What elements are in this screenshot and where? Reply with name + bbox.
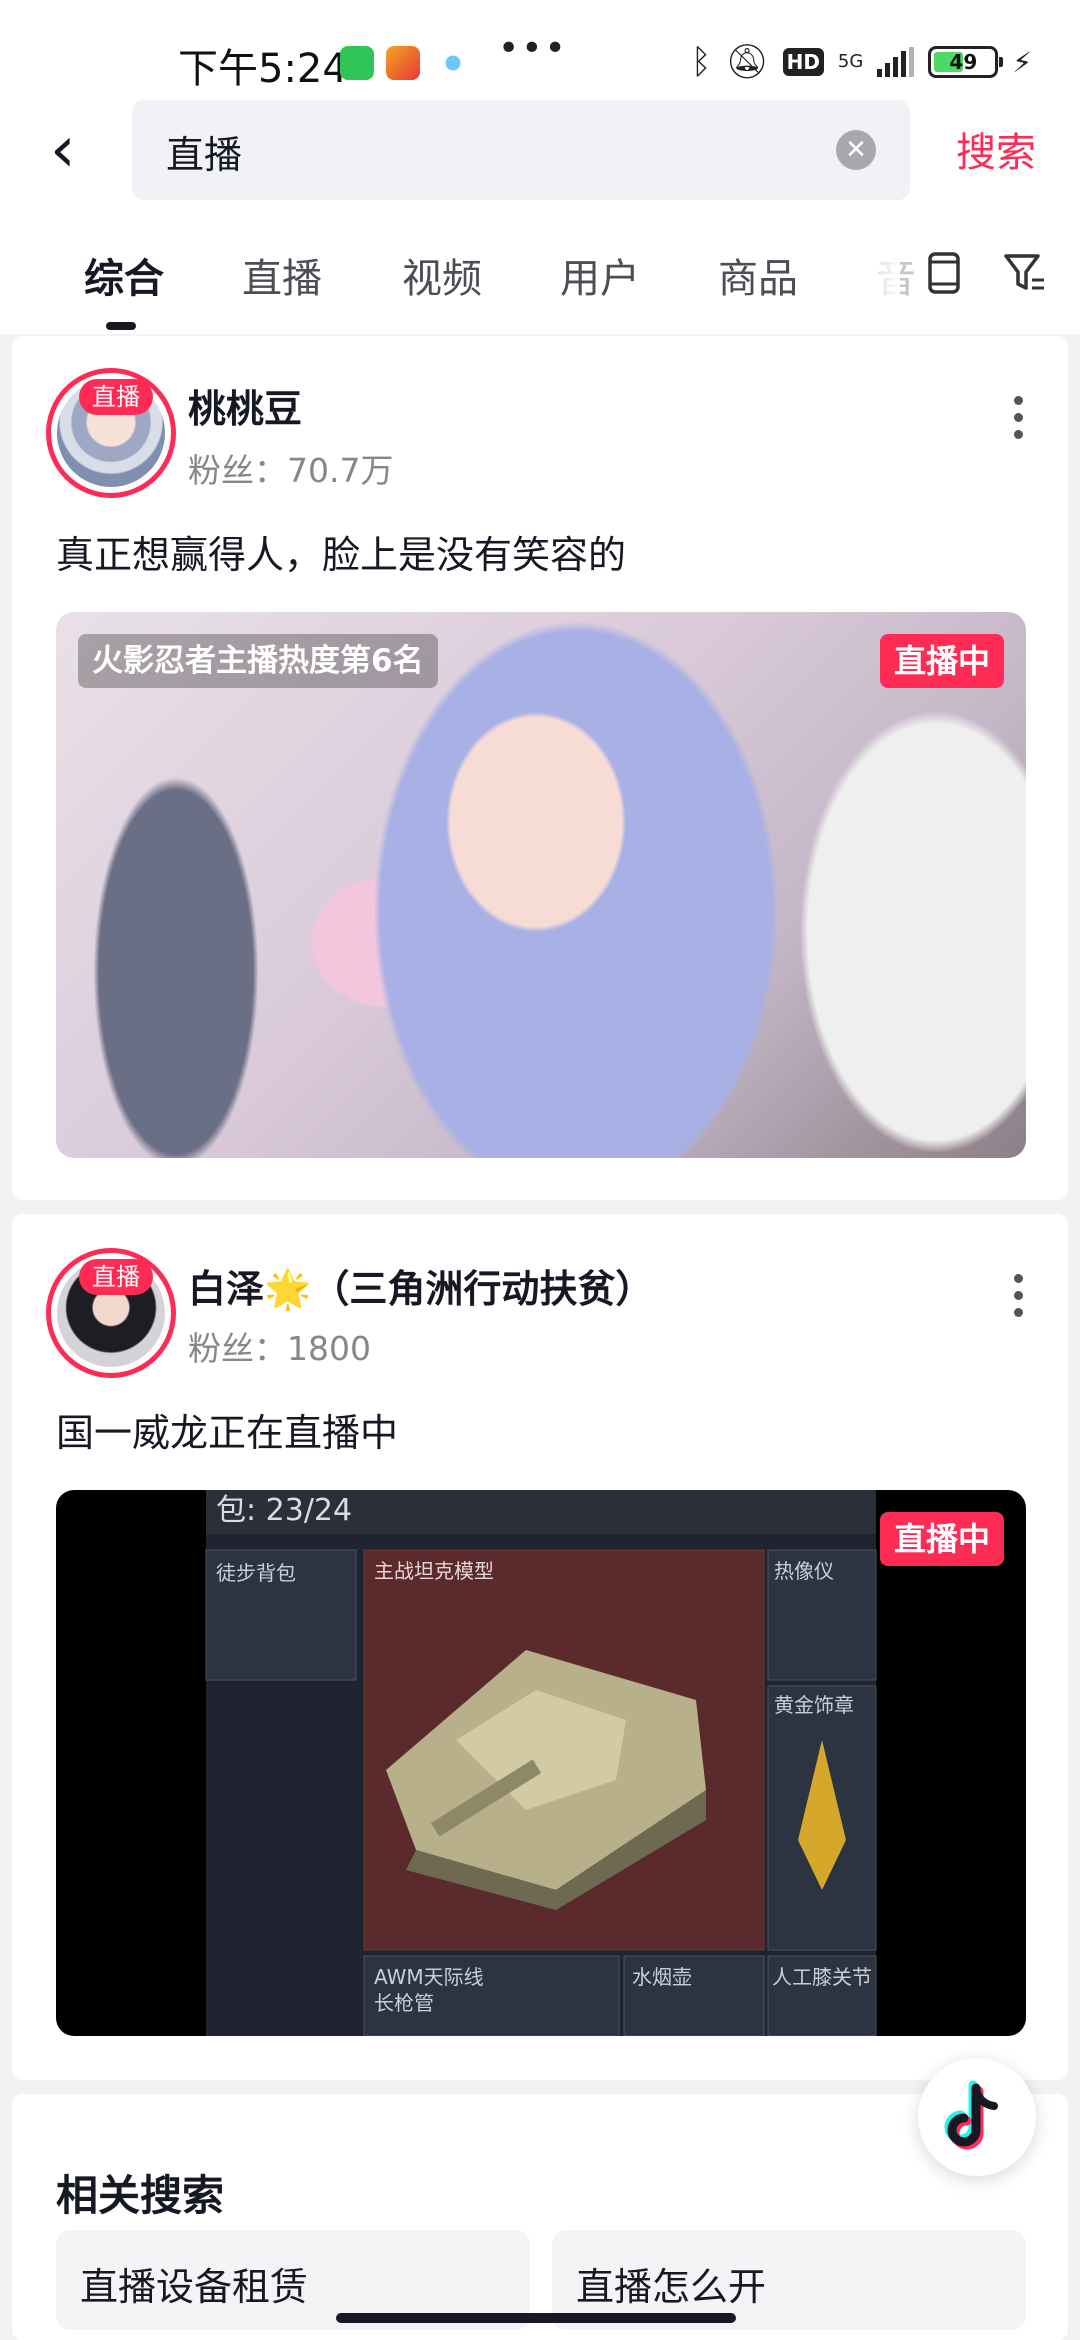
live-status-tag: 直播中 [879, 1512, 1004, 1566]
tab-fade [860, 246, 900, 306]
related-search-title: 相关搜索 [56, 2171, 225, 2220]
home-indicator[interactable] [336, 2313, 736, 2323]
battery-level: 49 [949, 50, 978, 74]
related-search-card: 相关搜索 直播设备租赁 直播怎么开 [12, 2094, 1068, 2340]
notification-more-icon: ••• [498, 28, 568, 69]
signal-icon [877, 47, 915, 77]
avatar[interactable]: 直播 [46, 368, 176, 498]
game-screen: 包: 23/24 徒步背包 主战坦克模型 热像仪 黄金饰章 AWM天际线 长枪管… [205, 1490, 877, 2036]
fan-count: 粉丝：70.7万 [188, 451, 394, 490]
wechat-app-icon [340, 46, 374, 80]
tab-comprehensive[interactable]: 综合 [84, 246, 164, 304]
bluetooth-icon: ᛒ [691, 42, 712, 82]
fan-count: 粉丝：1800 [188, 1329, 371, 1368]
user-name[interactable]: 桃桃豆 [188, 378, 302, 433]
tab-product[interactable]: 商品 [718, 246, 798, 304]
tab-live[interactable]: 直播 [242, 246, 322, 304]
filter-icon[interactable] [1002, 250, 1046, 306]
58-app-icon [386, 46, 420, 80]
live-result-card[interactable]: 直播 桃桃豆 粉丝：70.7万 真正想赢得人，脸上是没有笑容的 火影忍者主播热度… [12, 336, 1068, 1200]
more-options-icon[interactable] [1008, 1274, 1028, 1317]
tab-video[interactable]: 视频 [402, 246, 482, 304]
avatar[interactable]: 直播 [46, 1248, 176, 1378]
network-type: 5G [837, 51, 864, 72]
search-query: 直播 [166, 133, 243, 177]
douyin-float-button[interactable] [918, 2058, 1036, 2176]
label-thermal: 热像仪 [774, 1559, 834, 1583]
status-time: 下午5:24 [178, 46, 348, 92]
back-icon[interactable]: ‹ [50, 118, 100, 182]
avatar-live-badge: 直播 [79, 379, 153, 415]
cloud-app-icon [436, 46, 470, 80]
rank-tag: 火影忍者主播热度第6名 [78, 634, 438, 688]
tablet-icon[interactable] [924, 250, 964, 306]
label-gold-badge: 黄金饰章 [774, 1693, 854, 1717]
tab-user[interactable]: 用户 [560, 246, 640, 304]
tab-indicator [106, 322, 136, 330]
more-options-icon[interactable] [1008, 396, 1028, 439]
label-awm: AWM天际线 [374, 1965, 484, 1989]
hd-icon: HD [782, 48, 824, 76]
live-stream-thumbnail[interactable]: 包: 23/24 徒步背包 主战坦克模型 热像仪 黄金饰章 AWM天际线 长枪管… [56, 1490, 1026, 2036]
result-tabs: 综合 直播 视频 用户 商品 音 [0, 210, 1080, 334]
douyin-logo-icon [944, 2080, 998, 2150]
live-status-tag: 直播中 [879, 634, 1004, 688]
label-awm-sub: 长枪管 [374, 1991, 434, 2015]
user-name[interactable]: 白泽🌟（三角洲行动扶贫） [188, 1258, 653, 1313]
mute-bell-icon: 🔕︎ [725, 42, 769, 82]
live-description: 真正想赢得人，脸上是没有笑容的 [56, 533, 627, 577]
search-input[interactable]: 直播 ✕ [132, 100, 910, 200]
label-tank: 主战坦克模型 [374, 1559, 494, 1583]
label-knee: 人工膝关节 [772, 1965, 872, 1989]
label-backpack: 徒步背包 [216, 1561, 296, 1585]
label-pipe: 水烟壶 [632, 1965, 692, 1989]
battery-icon: 49 [928, 46, 1004, 78]
live-stream-thumbnail[interactable]: 火影忍者主播热度第6名 直播中 [56, 612, 1026, 1158]
backpack-counter: 包: 23/24 [216, 1493, 352, 1528]
live-result-card[interactable]: 直播 白泽🌟（三角洲行动扶贫） 粉丝：1800 国一威龙正在直播中 包: 23/… [12, 1214, 1068, 2080]
charging-icon: ⚡︎ [1012, 45, 1032, 79]
search-button[interactable]: 搜索 [956, 120, 1036, 178]
search-header: ‹ 直播 ✕ 搜索 [0, 100, 1080, 210]
live-description: 国一威龙正在直播中 [56, 1411, 399, 1455]
clear-icon[interactable]: ✕ [836, 130, 876, 170]
avatar-live-badge: 直播 [79, 1259, 153, 1295]
